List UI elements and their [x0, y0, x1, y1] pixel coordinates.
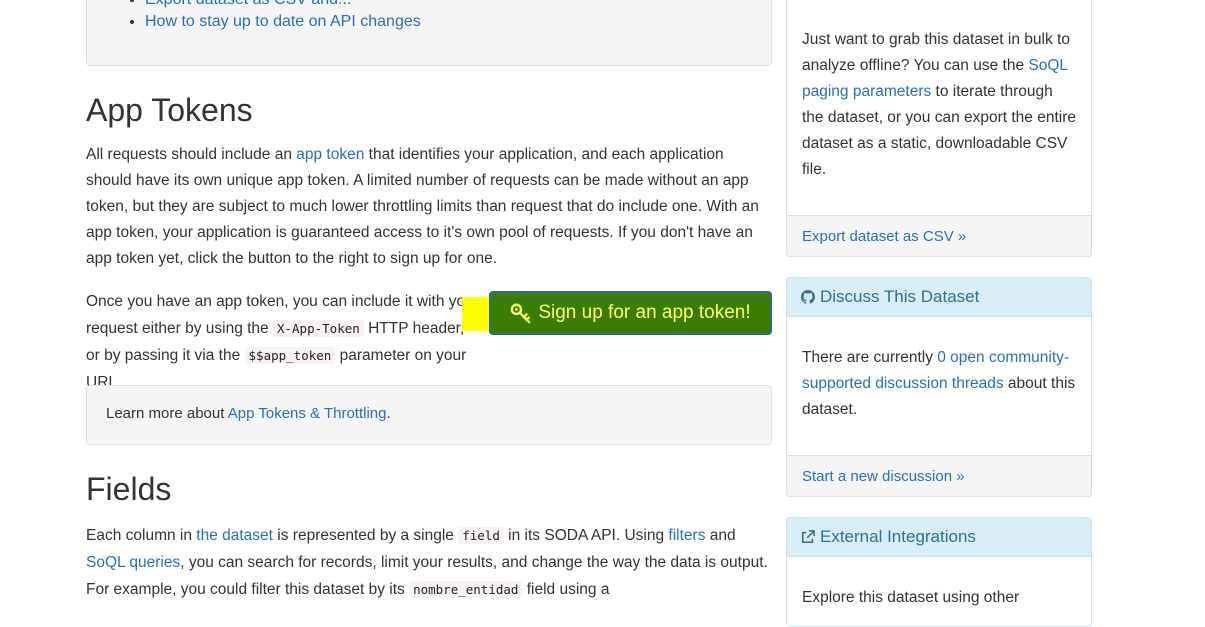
text: in its SODA API. Using	[503, 527, 669, 544]
top-list: Export dataset as CSV and... How to stay…	[87, 0, 421, 33]
list-link-partial[interactable]: Export dataset as CSV and...	[145, 0, 351, 8]
discuss-panel-body: There are currently 0 open community-sup…	[787, 317, 1091, 437]
integrations-panel-heading: External Integrations	[787, 518, 1091, 557]
export-panel-body: Just want to grab this dataset in bulk t…	[787, 0, 1091, 197]
learn-more-well: Learn more about App Tokens & Throttling…	[86, 385, 772, 445]
text: There are currently	[802, 349, 938, 366]
list-item: Export dataset as CSV and...	[145, 0, 351, 11]
external-link-icon	[801, 530, 815, 544]
start-discussion-link[interactable]: Start a new discussion »	[802, 468, 965, 485]
highlight-mark	[462, 297, 492, 331]
soql-queries-link[interactable]: SoQL queries	[86, 554, 180, 571]
discuss-panel: Discuss This Dataset There are currently…	[786, 277, 1092, 497]
discuss-panel-footer: Start a new discussion »	[787, 455, 1091, 496]
app-tokens-paragraph: All requests should include an app token…	[86, 142, 772, 272]
code-nombre-entidad: nombre_entidad	[409, 581, 523, 598]
code-x-app-token: X-App-Token	[272, 320, 364, 337]
text: All requests should include an	[86, 146, 297, 163]
export-csv-link[interactable]: Export dataset as CSV »	[802, 228, 966, 245]
the-dataset-link[interactable]: the dataset	[196, 527, 273, 544]
export-panel: Just want to grab this dataset in bulk t…	[786, 0, 1092, 257]
text: and	[705, 527, 736, 544]
app-tokens-throttling-link[interactable]: App Tokens & Throttling	[228, 405, 387, 422]
export-panel-footer: Export dataset as CSV »	[787, 215, 1091, 256]
integrations-panel: External Integrations Explore this datas…	[786, 517, 1092, 627]
app-token-usage-paragraph: Once you have an app token, you can incl…	[86, 288, 481, 396]
text: .	[386, 405, 391, 422]
filters-link[interactable]: filters	[668, 527, 705, 544]
text: is represented by a single	[272, 527, 459, 544]
signup-app-token-button[interactable]: Sign up for an app token!	[489, 291, 772, 335]
text: Each column in	[86, 527, 197, 544]
app-token-link[interactable]: app token	[296, 146, 364, 163]
list-link-api-changes[interactable]: How to stay up to date on API changes	[145, 13, 421, 30]
github-icon	[801, 290, 815, 304]
code-app-token-param: $$app_token	[244, 347, 336, 364]
app-tokens-heading: App Tokens	[86, 92, 253, 128]
fields-heading: Fields	[86, 471, 172, 507]
fields-paragraph: Each column in the dataset is represente…	[86, 522, 772, 603]
discuss-heading-label: Discuss This Dataset	[820, 287, 980, 306]
learn-more-text: Learn more about App Tokens & Throttling…	[106, 405, 391, 422]
list-item: How to stay up to date on API changes	[145, 11, 421, 33]
key-icon	[510, 303, 531, 324]
text: that identifies your application, and ea…	[86, 146, 759, 267]
integrations-panel-body: Explore this dataset using other	[802, 589, 1020, 606]
text: Learn more about	[106, 405, 228, 422]
code-field: field	[458, 527, 504, 544]
text: field using a	[522, 581, 610, 598]
signup-button-label: Sign up for an app token!	[538, 302, 751, 323]
top-list-well: Export dataset as CSV and... How to stay…	[86, 0, 772, 66]
discuss-panel-heading: Discuss This Dataset	[787, 278, 1091, 317]
integrations-heading-label: External Integrations	[820, 527, 976, 546]
